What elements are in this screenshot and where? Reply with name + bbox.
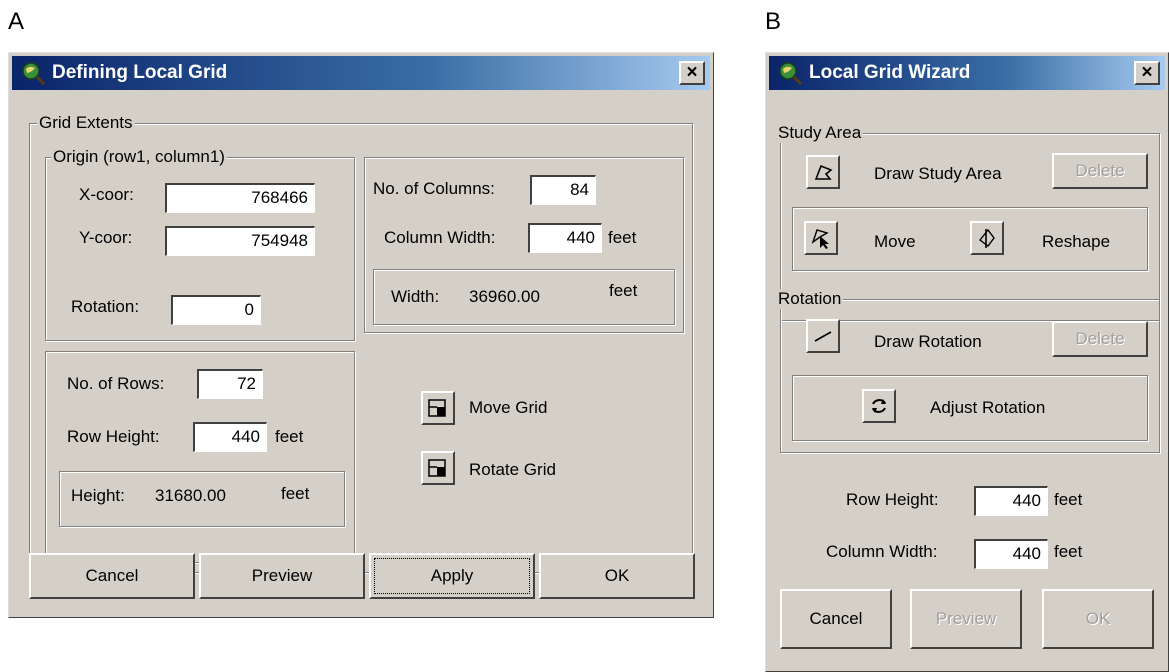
- local-grid-wizard-dialog: Local Grid Wizard × Study Area Draw Stud…: [765, 52, 1169, 672]
- height-total-label: Height:: [71, 486, 125, 505]
- adjust-rotation-button[interactable]: [862, 389, 896, 423]
- move-grid-label: Move Grid: [469, 398, 548, 417]
- draw-rotation-button[interactable]: [806, 319, 840, 353]
- title-bar[interactable]: Local Grid Wizard ×: [769, 56, 1165, 90]
- column-width-label: Column Width:: [826, 542, 938, 561]
- column-width-unit: feet: [608, 228, 637, 247]
- no-of-rows-input[interactable]: 72: [197, 369, 263, 399]
- panel-label-b: B: [765, 8, 782, 35]
- window-title: Local Grid Wizard: [809, 62, 971, 83]
- close-button[interactable]: ×: [679, 61, 705, 85]
- draw-rotation-label: Draw Rotation: [874, 332, 982, 351]
- globe-magnifier-icon: [22, 62, 46, 86]
- panel-label-a: A: [8, 8, 25, 35]
- row-height-input[interactable]: 440: [193, 422, 267, 452]
- column-width-unit: feet: [1054, 542, 1083, 561]
- adjust-rotation-label: Adjust Rotation: [930, 398, 1046, 417]
- move-grid-button[interactable]: [421, 391, 455, 425]
- window-title: Defining Local Grid: [52, 62, 228, 83]
- reshape-icon: [979, 228, 995, 248]
- reshape-label: Reshape: [1042, 232, 1111, 251]
- column-width-label: Column Width:: [384, 228, 496, 247]
- rotate-grid-button[interactable]: [421, 451, 455, 485]
- rotate-arrows-icon: [872, 399, 886, 413]
- apply-button[interactable]: Apply: [369, 553, 535, 599]
- preview-button[interactable]: Preview: [199, 553, 365, 599]
- close-icon: ×: [1141, 62, 1153, 83]
- draw-study-area-label: Draw Study Area: [874, 164, 1002, 183]
- rotate-grid-icon: [428, 459, 446, 477]
- width-total-label: Width:: [391, 287, 440, 306]
- height-total-unit: feet: [281, 484, 310, 503]
- column-width-input[interactable]: 440: [528, 223, 602, 253]
- no-of-rows-label: No. of Rows:: [67, 374, 165, 393]
- close-icon: ×: [686, 62, 698, 83]
- y-coor-label: Y-coor:: [79, 228, 133, 247]
- title-bar[interactable]: Defining Local Grid ×: [12, 56, 710, 90]
- cancel-button[interactable]: Cancel: [780, 589, 892, 649]
- y-coor-input[interactable]: 754948: [165, 226, 315, 256]
- polygon-draw-icon: [814, 164, 833, 180]
- ok-button[interactable]: OK: [1042, 589, 1154, 649]
- defining-local-grid-dialog: Defining Local Grid × Grid Extents Origi…: [8, 52, 714, 618]
- delete-rotation-button[interactable]: Delete: [1052, 321, 1148, 357]
- ok-button[interactable]: OK: [539, 553, 695, 599]
- move-pointer-icon: [811, 229, 829, 249]
- row-height-unit: feet: [1054, 490, 1083, 509]
- grid-extents-label: Grid Extents: [37, 113, 135, 133]
- study-area-label: Study Area: [776, 123, 864, 143]
- height-total-value: 31680.00: [155, 486, 226, 505]
- row-height-input[interactable]: 440: [974, 486, 1048, 516]
- origin-label: Origin (row1, column1): [51, 147, 227, 167]
- reshape-button[interactable]: [970, 221, 1004, 255]
- width-total-value: 36960.00: [469, 287, 540, 306]
- rotation-group-label: Rotation: [776, 289, 844, 309]
- rotation-label: Rotation:: [71, 297, 140, 316]
- move-label: Move: [874, 232, 916, 251]
- cancel-button[interactable]: Cancel: [29, 553, 195, 599]
- no-of-columns-label: No. of Columns:: [373, 179, 495, 198]
- draw-study-area-button[interactable]: [806, 155, 840, 189]
- delete-study-area-button[interactable]: Delete: [1052, 153, 1148, 189]
- rotate-grid-label: Rotate Grid: [469, 460, 556, 479]
- move-button[interactable]: [804, 221, 838, 255]
- x-coor-input[interactable]: 768466: [165, 183, 315, 213]
- row-height-label: Row Height:: [846, 490, 939, 509]
- width-total-unit: feet: [609, 281, 638, 300]
- no-of-columns-input[interactable]: 84: [530, 175, 596, 205]
- close-button[interactable]: ×: [1134, 61, 1160, 85]
- row-height-unit: feet: [275, 427, 304, 446]
- column-width-input[interactable]: 440: [974, 539, 1048, 569]
- preview-button[interactable]: Preview: [910, 589, 1022, 649]
- move-grid-icon: [428, 399, 446, 417]
- row-height-label: Row Height:: [67, 427, 160, 446]
- x-coor-label: X-coor:: [79, 185, 134, 204]
- rotation-input[interactable]: 0: [171, 295, 261, 325]
- globe-magnifier-icon: [779, 62, 803, 86]
- line-draw-icon: [814, 331, 832, 342]
